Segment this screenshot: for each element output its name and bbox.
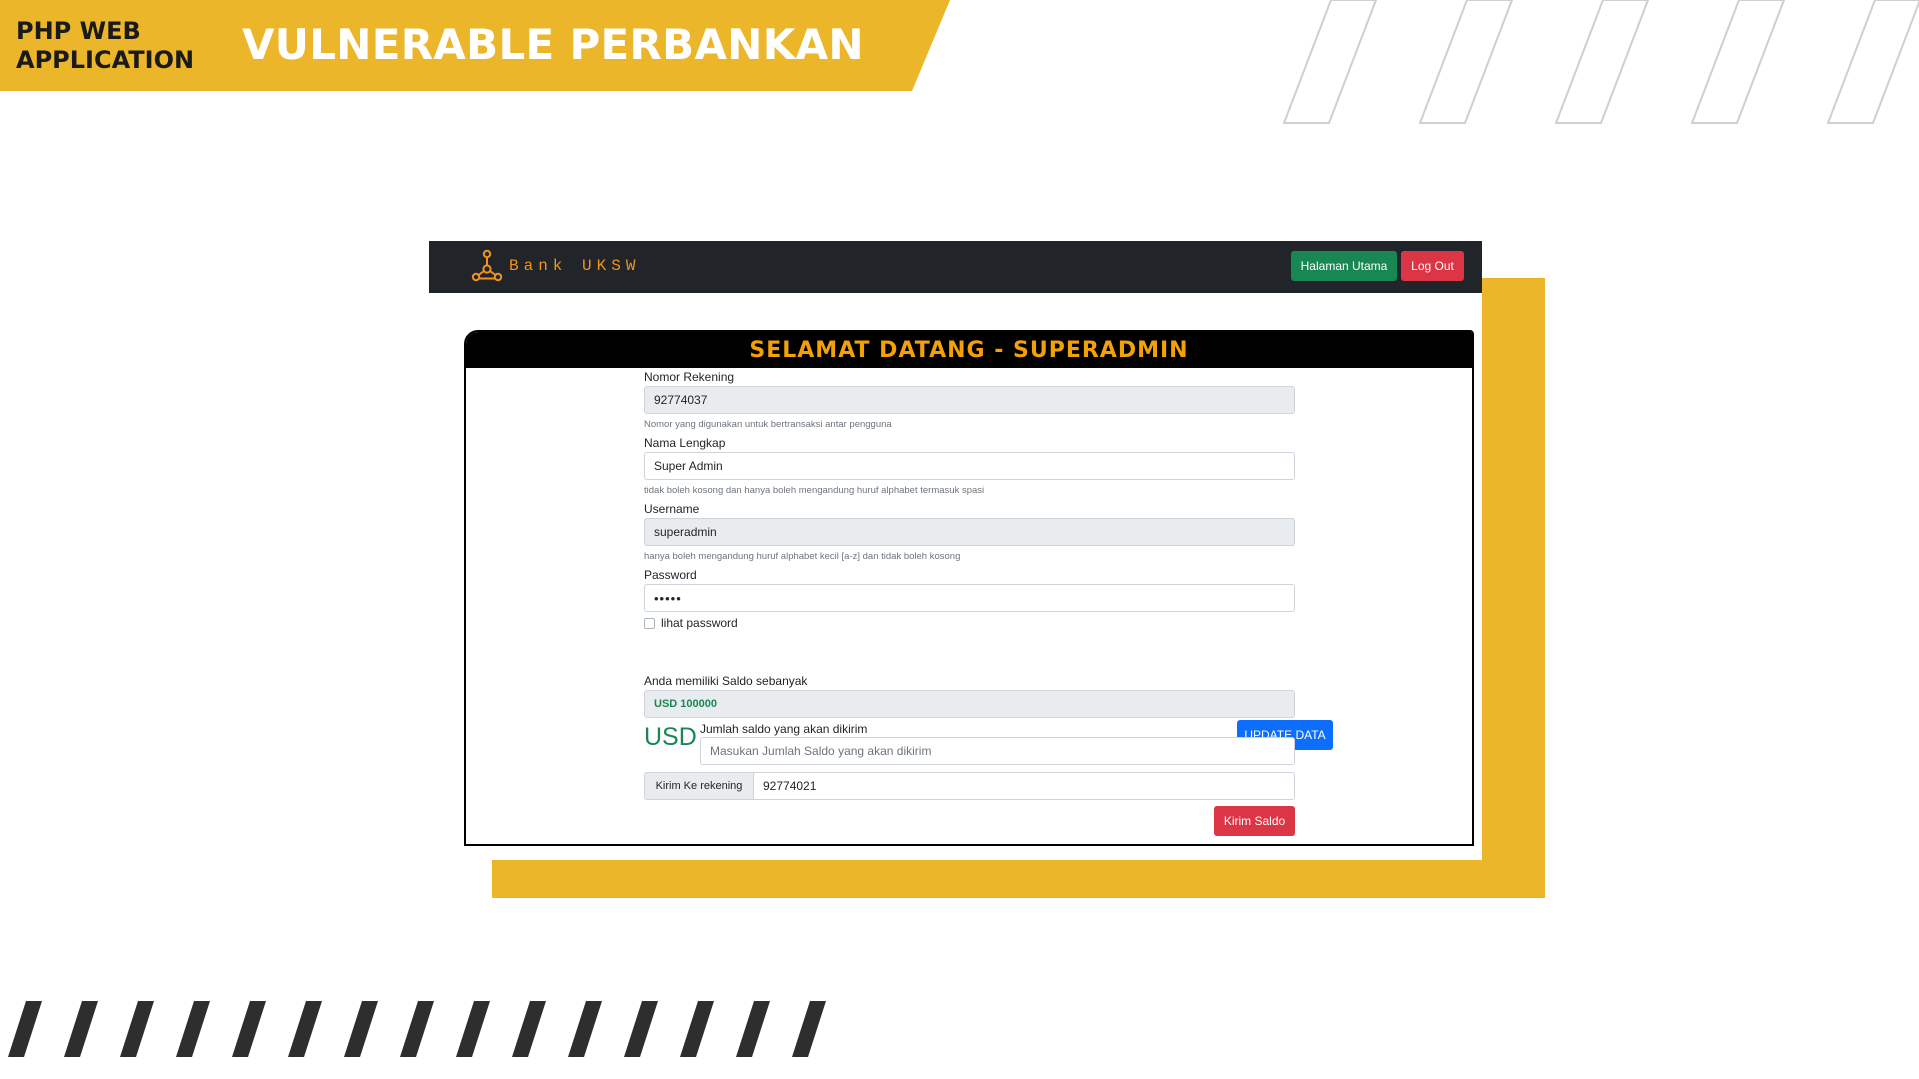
brand-name: Bank UKSW bbox=[509, 257, 641, 275]
card-title: SELAMAT DATANG - SUPERADMIN bbox=[466, 332, 1472, 368]
show-password-checkbox[interactable] bbox=[644, 618, 655, 629]
molecule-icon bbox=[471, 249, 503, 282]
navbar: Bank UKSW Halaman Utama Log Out bbox=[429, 241, 1482, 293]
account-number-label: Nomor Rekening bbox=[644, 370, 735, 384]
transfer-amount-label: Jumlah saldo yang akan dikirim bbox=[700, 722, 868, 736]
diagonal-stripes-top bbox=[1282, 0, 1919, 124]
account-card: SELAMAT DATANG - SUPERADMIN Nomor Rekeni… bbox=[464, 330, 1474, 846]
username-label: Username bbox=[644, 502, 700, 516]
account-number-field[interactable]: 92774037 bbox=[644, 386, 1295, 414]
logout-button[interactable]: Log Out bbox=[1401, 251, 1464, 281]
password-label: Password bbox=[644, 568, 697, 582]
show-password-label[interactable]: lihat password bbox=[661, 616, 738, 630]
app-screenshot: Bank UKSW Halaman Utama Log Out SELAMAT … bbox=[429, 241, 1482, 860]
account-number-help: Nomor yang digunakan untuk bertransaksi … bbox=[644, 419, 892, 430]
password-value: ••••• bbox=[654, 590, 682, 606]
full-name-help: tidak boleh kosong dan hanya boleh menga… bbox=[644, 485, 985, 496]
transfer-amount-placeholder: Masukan Jumlah Saldo yang akan dikirim bbox=[710, 744, 932, 758]
full-name-value: Super Admin bbox=[654, 459, 723, 473]
username-help: hanya boleh mengandung huruf alphabet ke… bbox=[644, 551, 961, 562]
target-account-value: 92774021 bbox=[763, 779, 817, 793]
username-field[interactable]: superadmin bbox=[644, 518, 1295, 546]
username-value: superadmin bbox=[654, 525, 717, 539]
balance-field[interactable]: USD 100000 bbox=[644, 690, 1295, 718]
balance-value: USD 100000 bbox=[654, 698, 717, 710]
send-balance-button[interactable]: Kirim Saldo bbox=[1214, 806, 1295, 836]
currency-label: USD bbox=[644, 723, 697, 751]
password-field[interactable]: ••••• bbox=[644, 584, 1295, 612]
home-button[interactable]: Halaman Utama bbox=[1291, 251, 1397, 281]
transfer-amount-input[interactable]: Masukan Jumlah Saldo yang akan dikirim bbox=[700, 737, 1295, 765]
brand[interactable]: Bank UKSW bbox=[471, 249, 640, 283]
full-name-field[interactable]: Super Admin bbox=[644, 452, 1295, 480]
target-account-input[interactable]: 92774021 bbox=[753, 772, 1295, 800]
target-account-addon: Kirim Ke rekening bbox=[644, 772, 754, 800]
account-number-value: 92774037 bbox=[654, 393, 708, 407]
balance-label: Anda memiliki Saldo sebanyak bbox=[644, 674, 808, 688]
full-name-label: Nama Lengkap bbox=[644, 436, 726, 450]
